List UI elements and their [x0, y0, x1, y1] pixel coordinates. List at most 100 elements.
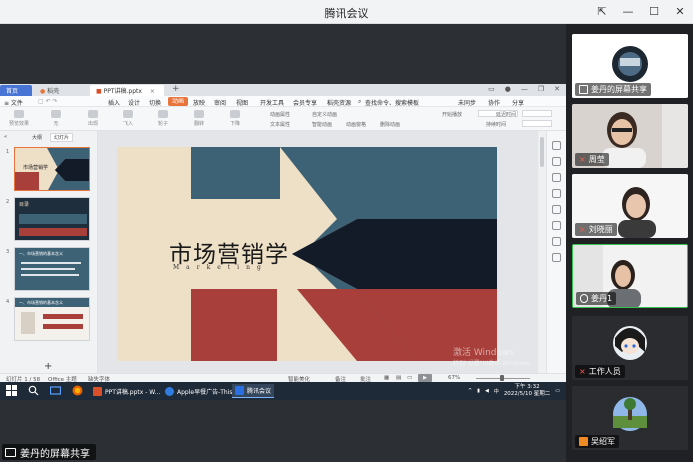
minimize-icon[interactable]: —: [621, 3, 635, 19]
menu-file[interactable]: ≡ 文件: [4, 98, 23, 107]
sync-status[interactable]: 未同步: [458, 98, 476, 107]
participant-tile-screen-share[interactable]: 姜丹的屏幕共享: [572, 34, 688, 98]
menu-slideshow[interactable]: 放映: [193, 98, 205, 107]
effect-none[interactable]: 无: [48, 110, 64, 127]
menu-animation[interactable]: 动画: [168, 97, 189, 106]
preview-effect-button[interactable]: 预览效果: [6, 110, 32, 127]
user-avatar-icon[interactable]: ●: [505, 85, 511, 93]
smart-animation-button[interactable]: 智能动画: [312, 121, 332, 128]
tab-document[interactable]: ■ PPT讲稿.pptx ×: [90, 85, 164, 96]
pin-icon[interactable]: ⇱: [595, 3, 609, 19]
scrollbar-thumb[interactable]: [540, 137, 544, 167]
delete-animation-button[interactable]: 删除动画: [380, 121, 400, 128]
collapse-panel-icon[interactable]: «: [4, 134, 7, 140]
participant-tile-liuxiaoli[interactable]: ⨯ 刘晓丽: [572, 174, 688, 238]
zoom-level[interactable]: 67%: [448, 375, 460, 381]
menu-transition[interactable]: 切换: [149, 98, 161, 107]
menu-view[interactable]: 视图: [236, 98, 248, 107]
share-button[interactable]: 分享: [512, 98, 524, 107]
menu-design[interactable]: 设计: [128, 98, 140, 107]
system-tray: ^ ▮ ◀ 中 下午 3:32 2022/5/10 星期二 ▭: [468, 384, 560, 398]
animation-pane-icon[interactable]: [552, 173, 561, 182]
search-icon[interactable]: [28, 385, 39, 396]
menu-dev-tools[interactable]: 开发工具: [260, 98, 284, 107]
collab-button[interactable]: 协作: [488, 98, 500, 107]
wps-restore-icon[interactable]: ❐: [538, 85, 544, 93]
windows-start-icon[interactable]: [6, 385, 17, 396]
volume-icon[interactable]: ◀: [485, 388, 489, 394]
effect-wheel[interactable]: 轮子: [152, 110, 174, 127]
sorter-view-icon[interactable]: ▤: [396, 375, 401, 381]
effect-drop[interactable]: 下降: [226, 110, 244, 127]
thumb-text-line: [21, 262, 81, 264]
maximize-icon[interactable]: ☐: [647, 3, 661, 19]
pin-icon[interactable]: [552, 189, 561, 198]
delay-field[interactable]: [522, 110, 552, 117]
slide-thumbnail-1[interactable]: 市场营销学: [14, 147, 90, 191]
firefox-icon[interactable]: [72, 385, 83, 396]
participant-tile-staff[interactable]: ⨯ 工作人员: [572, 316, 688, 380]
duration-field[interactable]: [522, 120, 552, 127]
add-slide-button[interactable]: +: [44, 361, 52, 372]
menu-docer-resources[interactable]: 稻壳资源: [327, 98, 351, 107]
participant-name: 吴绍军: [591, 437, 615, 446]
custom-animation-button[interactable]: 自定义动画: [312, 111, 337, 118]
settings-icon[interactable]: [552, 237, 561, 246]
animation-pane-button[interactable]: 动画窗格: [346, 121, 366, 128]
menu-review[interactable]: 审阅: [214, 98, 226, 107]
thumb-content-block: [19, 214, 87, 224]
normal-view-icon[interactable]: ▦: [384, 375, 389, 381]
tray-chevron-icon[interactable]: ^: [468, 388, 472, 394]
tab-outline[interactable]: 大纲: [32, 134, 42, 141]
participant-tile-wushaojun[interactable]: 吴绍军: [572, 386, 688, 450]
screen-share-icon: [579, 85, 588, 94]
tab-docer[interactable]: ● 稻壳: [34, 85, 88, 96]
task-view-icon[interactable]: [50, 385, 61, 396]
tab-close-icon[interactable]: ×: [150, 88, 155, 95]
effect-appear[interactable]: 出现: [84, 110, 102, 127]
wps-close-icon[interactable]: ✕: [554, 85, 560, 93]
animation-properties-button[interactable]: 动画属性: [270, 111, 290, 118]
wps-minimize-icon[interactable]: —: [521, 85, 528, 93]
select-tool-icon[interactable]: [552, 141, 561, 150]
participant-tile-zhouying[interactable]: ⨯ 周莹: [572, 104, 688, 168]
play-slideshow-button[interactable]: ▶: [418, 374, 432, 382]
taskbar-app-browser[interactable]: Apple早餐广告-This...: [162, 384, 241, 398]
activation-watermark: 激活 Windows: [453, 348, 515, 358]
zoom-slider-knob[interactable]: [500, 375, 504, 381]
help-icon[interactable]: [552, 221, 561, 230]
thumb-number: 3: [6, 249, 10, 255]
participant-name-tag: ⨯ 刘晓丽: [575, 223, 617, 236]
slide-thumbnail-2[interactable]: 目录: [14, 197, 90, 241]
menu-insert[interactable]: 插入: [108, 98, 120, 107]
current-slide[interactable]: 市场营销学 Marketing: [117, 147, 497, 361]
notification-icon[interactable]: ▭: [555, 388, 560, 394]
taskbar-app-meeting[interactable]: 腾讯会议: [232, 384, 275, 398]
tab-home[interactable]: 首页: [0, 85, 32, 96]
network-icon[interactable]: ▮: [477, 388, 480, 394]
wps-tab-bar: 首页 ● 稻壳 ■ PPT讲稿.pptx × + ▭ ● — ❐ ✕: [0, 84, 566, 96]
thumb-number: 1: [6, 149, 10, 155]
reading-view-icon[interactable]: ▭: [407, 375, 412, 381]
participant-tile-jiangdan1[interactable]: 姜丹1: [572, 244, 688, 308]
command-search[interactable]: 查找命令、搜索模板: [365, 98, 419, 107]
tab-slides[interactable]: 幻灯片: [50, 133, 74, 142]
vertical-scrollbar[interactable]: [538, 131, 546, 373]
menu-member[interactable]: 会员专享: [293, 98, 317, 107]
quick-access-icons[interactable]: ▢ ↶ ↷: [38, 98, 58, 105]
text-properties-button[interactable]: 文本属性: [270, 121, 290, 128]
properties-icon[interactable]: [552, 157, 561, 166]
close-icon[interactable]: ✕: [673, 3, 687, 19]
location-icon[interactable]: [552, 253, 561, 262]
layout-icon[interactable]: ▭: [488, 85, 495, 93]
taskbar-clock[interactable]: 下午 3:32 2022/5/10 星期二: [504, 384, 550, 398]
effect-fly-in[interactable]: 飞入: [119, 110, 137, 127]
effect-flip[interactable]: 翻转: [190, 110, 208, 127]
taskbar-app-wps[interactable]: PPT讲稿.pptx - W...: [90, 384, 163, 398]
mic-icon: [580, 294, 588, 303]
slide-thumbnail-4[interactable]: 一、市场营销的基本含义: [14, 297, 90, 341]
slide-thumbnail-3[interactable]: 一、市场营销的基本含义: [14, 247, 90, 291]
layout-icon[interactable]: [552, 205, 561, 214]
new-tab-button[interactable]: +: [166, 83, 186, 94]
ime-icon[interactable]: 中: [494, 388, 499, 395]
